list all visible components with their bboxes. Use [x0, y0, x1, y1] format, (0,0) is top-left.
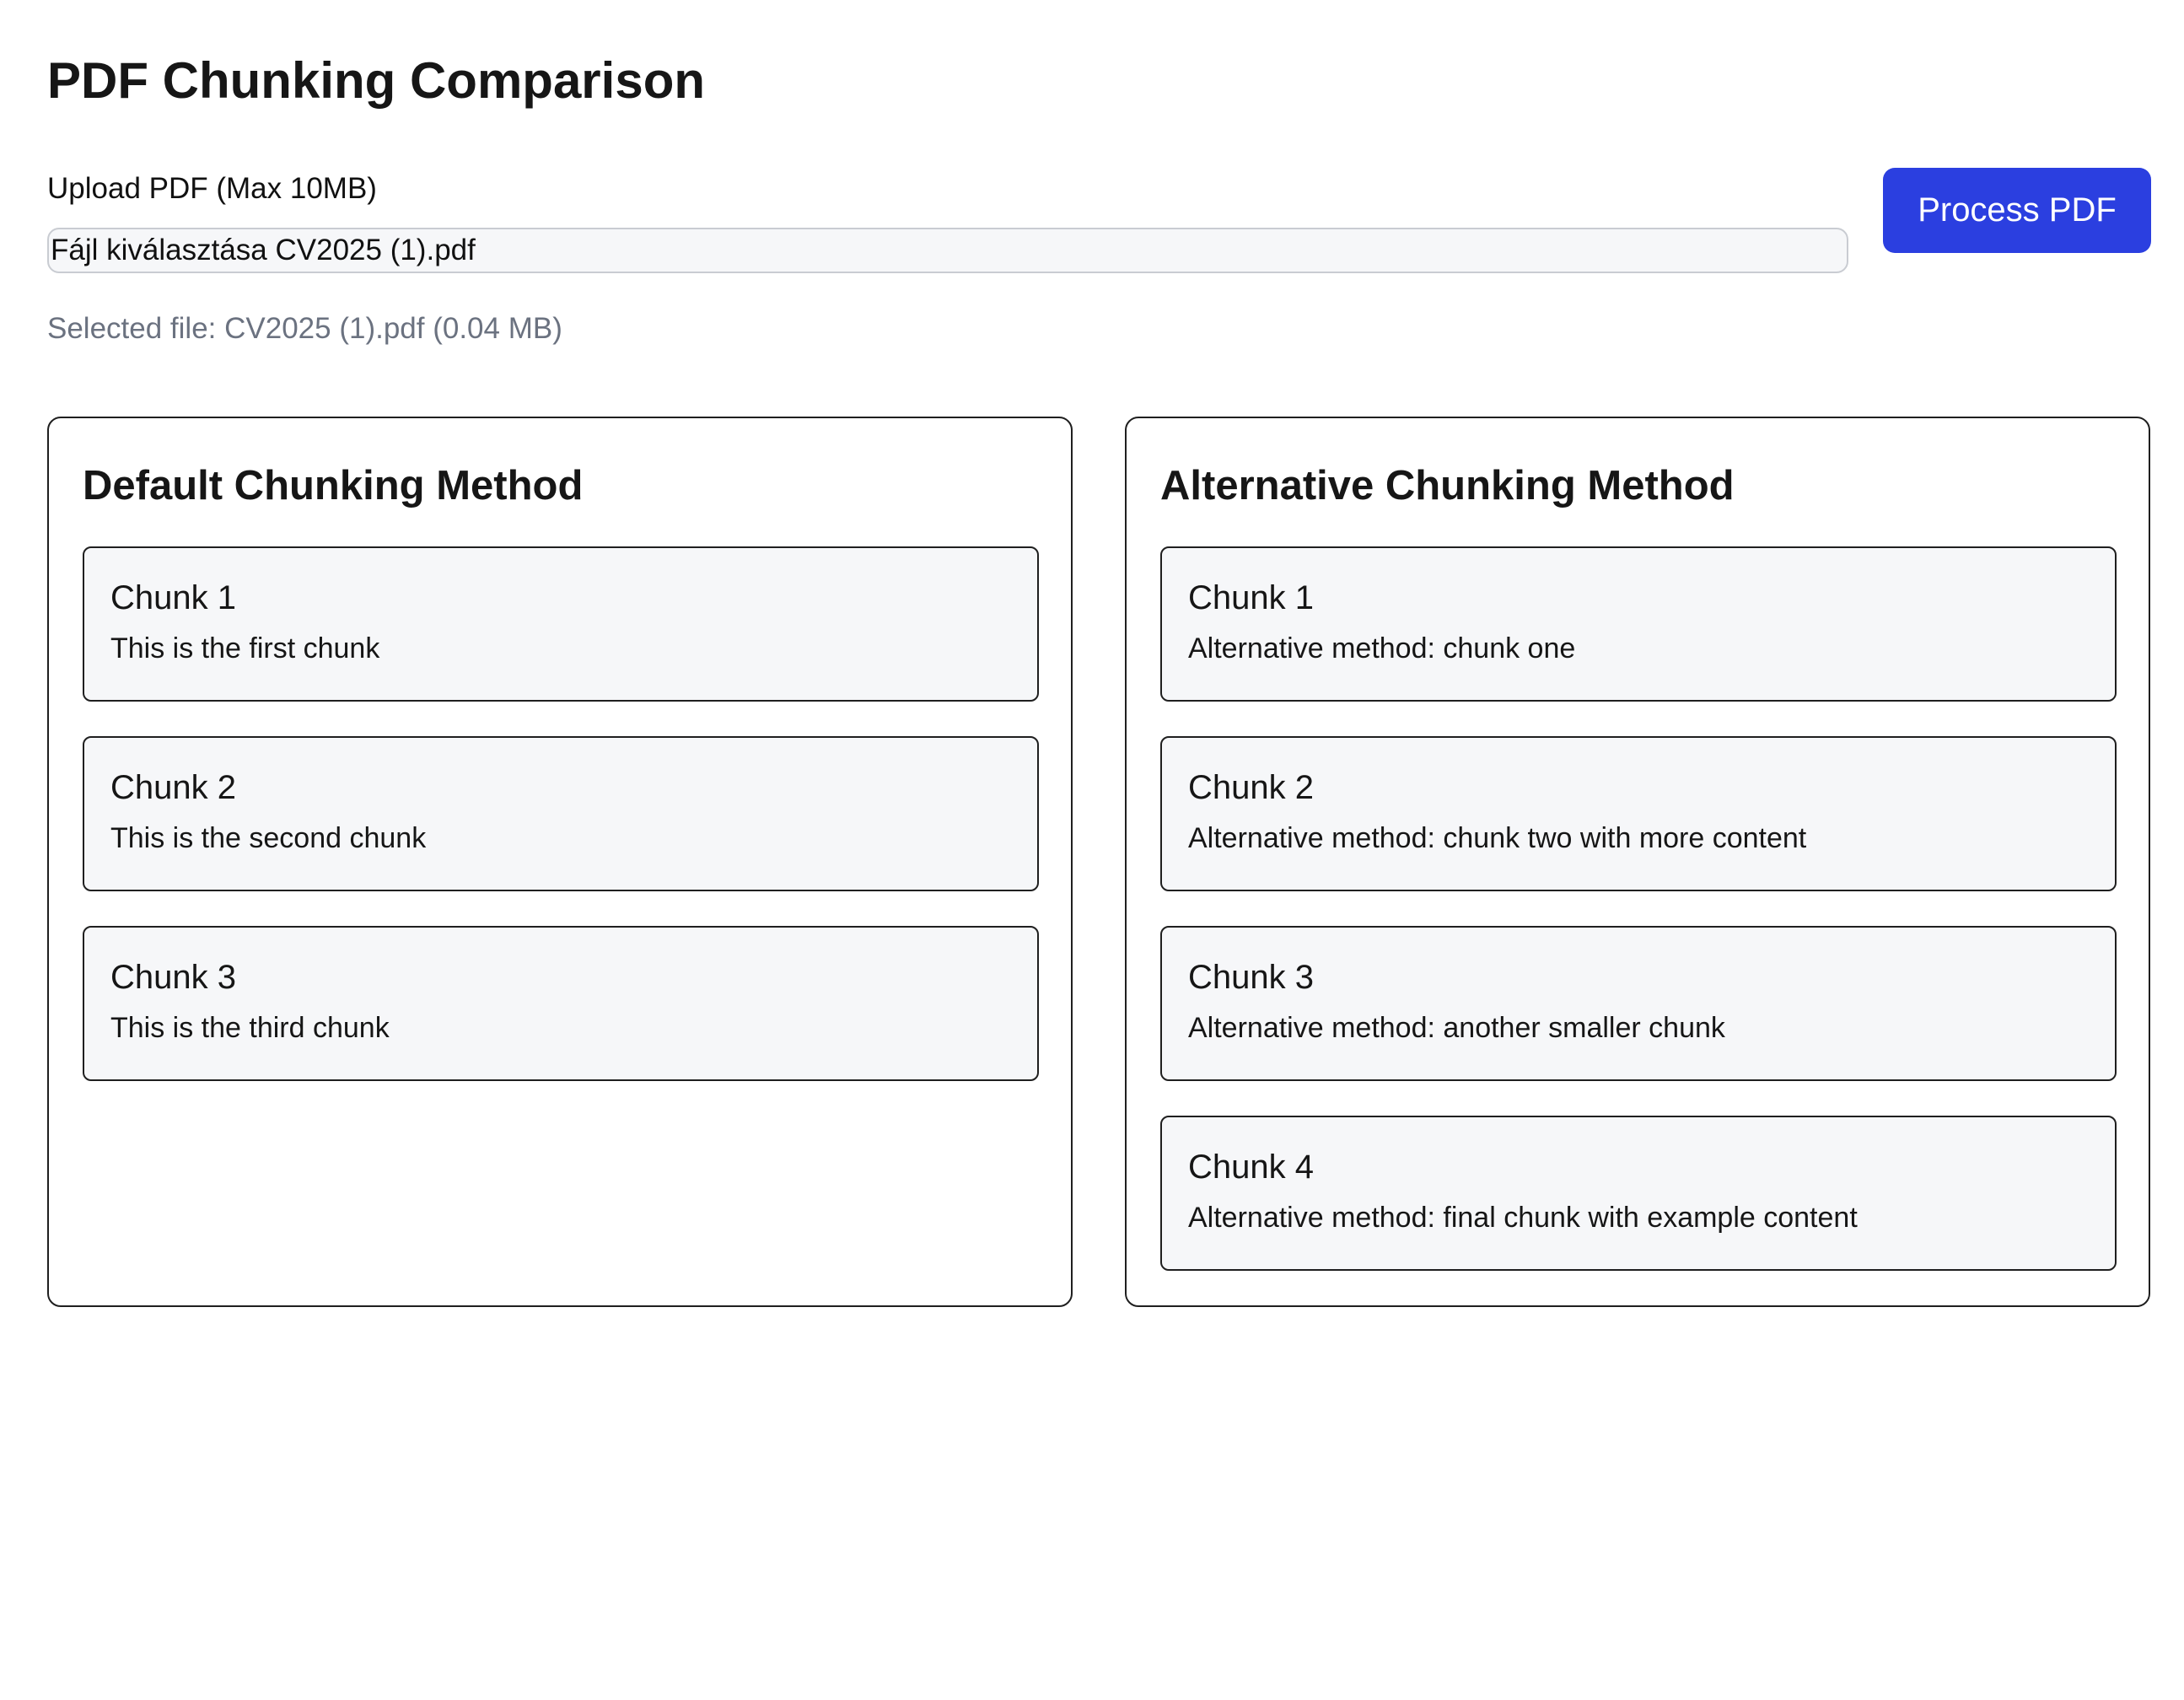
chunk-title: Chunk 1: [1188, 579, 1314, 616]
chunk-text: This is the second chunk: [110, 822, 427, 854]
chunk-card: Chunk 3 Alternative method: another smal…: [1160, 926, 2117, 1081]
chunk-title: Chunk 2: [1188, 769, 1314, 806]
chunk-card: Chunk 2 This is the second chunk: [83, 736, 1039, 891]
chunk-text: Alternative method: final chunk with exa…: [1188, 1202, 1858, 1234]
default-panel-title: Default Chunking Method: [83, 463, 584, 508]
chunk-title: Chunk 4: [1188, 1149, 1314, 1186]
page-title: PDF Chunking Comparison: [47, 52, 705, 109]
chunk-title: Chunk 2: [110, 769, 236, 806]
chunk-card: Chunk 1 Alternative method: chunk one: [1160, 546, 2117, 702]
chunk-title: Chunk 3: [110, 959, 236, 996]
chunk-text: Alternative method: chunk one: [1188, 632, 1576, 664]
chunk-text: This is the first chunk: [110, 632, 380, 664]
default-chunking-panel: Default Chunking Method Chunk 1 This is …: [47, 417, 1073, 1307]
chunk-card: Chunk 2 Alternative method: chunk two wi…: [1160, 736, 2117, 891]
alternative-panel-title: Alternative Chunking Method: [1160, 463, 1735, 508]
chunk-title: Chunk 1: [110, 579, 236, 616]
selected-file-info: Selected file: CV2025 (1).pdf (0.04 MB): [47, 312, 562, 345]
chunk-text: This is the third chunk: [110, 1012, 390, 1044]
default-chunk-list: Chunk 1 This is the first chunk Chunk 2 …: [83, 546, 1039, 1116]
process-pdf-button[interactable]: Process PDF: [1883, 168, 2151, 253]
file-input[interactable]: Fájl kiválasztása CV2025 (1).pdf: [47, 228, 1848, 273]
chunk-text: Alternative method: chunk two with more …: [1188, 822, 1807, 854]
alternative-chunking-panel: Alternative Chunking Method Chunk 1 Alte…: [1125, 417, 2150, 1307]
chunk-card: Chunk 1 This is the first chunk: [83, 546, 1039, 702]
chunk-title: Chunk 3: [1188, 959, 1314, 996]
chunk-text: Alternative method: another smaller chun…: [1188, 1012, 1725, 1044]
page: PDF Chunking Comparison Upload PDF (Max …: [0, 0, 2184, 1700]
upload-label: Upload PDF (Max 10MB): [47, 172, 377, 205]
alternative-chunk-list: Chunk 1 Alternative method: chunk one Ch…: [1160, 546, 2117, 1305]
chunk-card: Chunk 3 This is the third chunk: [83, 926, 1039, 1081]
chunk-card: Chunk 4 Alternative method: final chunk …: [1160, 1116, 2117, 1271]
